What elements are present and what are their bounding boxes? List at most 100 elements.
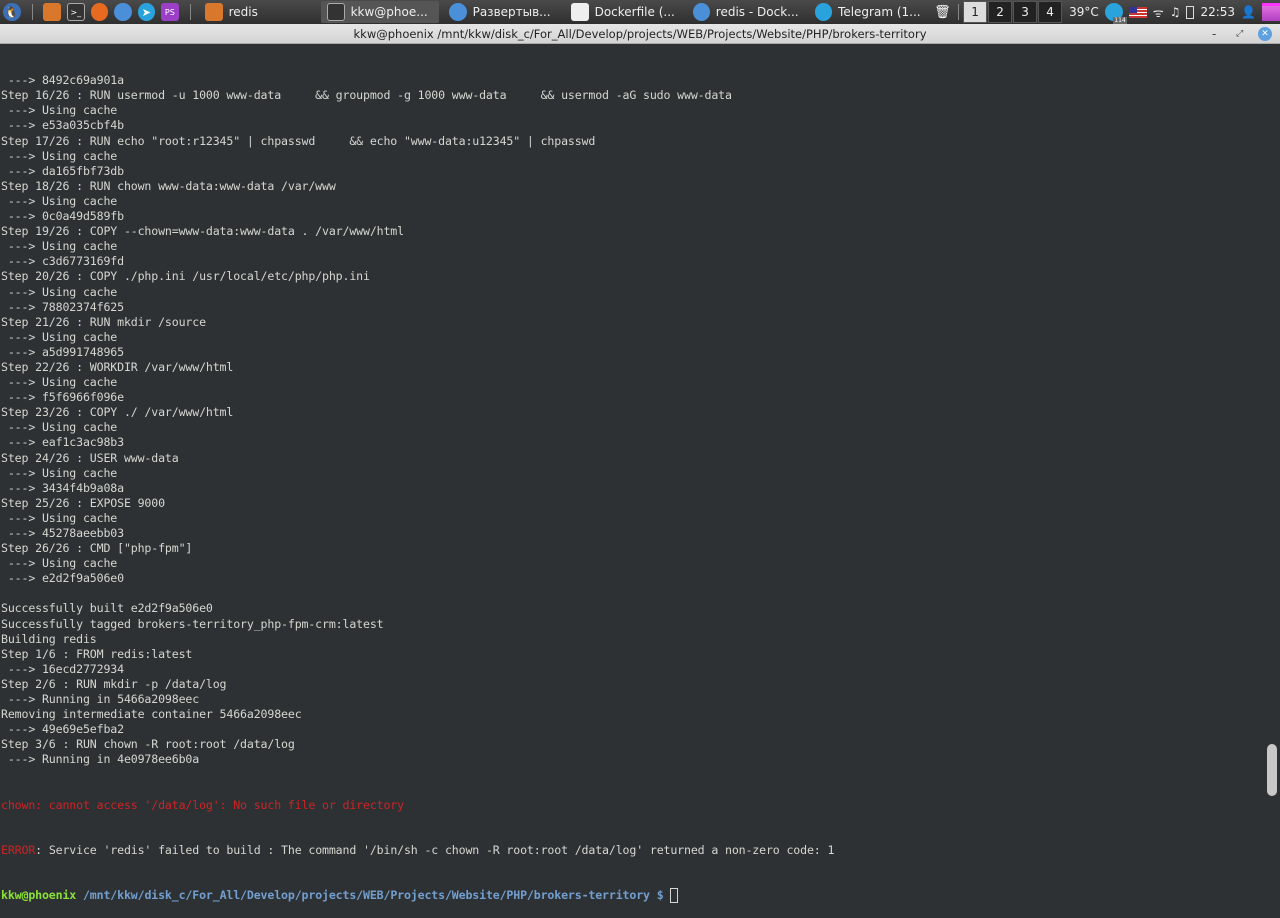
terminal-line: Step 23/26 : COPY ./ /var/www/html <box>1 405 234 420</box>
terminal-line: ---> Running in 5466a2098eec <box>1 692 200 707</box>
task-label: Dockerfile (... <box>594 5 675 19</box>
prompt-path: /mnt/kkw/disk_c/For_All/Develop/projects… <box>76 888 671 903</box>
minimize-button[interactable]: - <box>1212 24 1216 44</box>
terminal-line: Step 25/26 : EXPOSE 9000 <box>1 495 165 510</box>
terminal-line: ---> a5d991748965 <box>1 344 124 359</box>
window-titlebar[interactable]: kkw@phoenix /mnt/kkw/disk_c/For_All/Deve… <box>0 24 1280 44</box>
music-icon[interactable]: ♫ <box>1170 5 1181 19</box>
terminal-line: ---> 0c0a49d589fb <box>1 209 124 224</box>
workspace-button[interactable]: 1 <box>963 1 988 23</box>
chromium-icon <box>692 3 710 21</box>
terminal-line: ---> f5f6966f096e <box>1 390 124 405</box>
telegram-launcher-icon[interactable]: ➤ <box>137 3 156 21</box>
terminal-line: ---> 16ecd2772934 <box>1 661 124 676</box>
battery-icon[interactable] <box>1186 5 1195 19</box>
show-desktop-icon[interactable] <box>1262 3 1280 21</box>
maximize-button[interactable]: ⤢ <box>1236 24 1243 44</box>
taskbar-task[interactable]: kkw@phoe... <box>320 1 439 23</box>
terminal-line: ---> eaf1c3ac98b3 <box>1 435 124 450</box>
terminal-line: Removing intermediate container 5466a209… <box>1 707 302 722</box>
workspace-button[interactable]: 4 <box>1038 1 1063 23</box>
us-flag-icon[interactable] <box>1128 6 1147 18</box>
terminal-line: ---> e53a035cbf4b <box>1 118 124 133</box>
linux-menu-icon[interactable]: 🐧 <box>3 3 21 21</box>
terminal-launcher-icon[interactable]: >_ <box>67 3 85 21</box>
terminal-line: ---> Using cache <box>1 148 118 163</box>
terminal-line: ---> Using cache <box>1 510 118 525</box>
terminal-icon <box>326 3 345 21</box>
terminal-line: Step 26/26 : CMD ["php-fpm"] <box>1 541 193 556</box>
terminal-line: Step 21/26 : RUN mkdir /source <box>1 314 206 329</box>
error-message-line: ERROR: Service 'redis' failed to build :… <box>1 843 1263 858</box>
terminal-line: Step 20/26 : COPY ./php.ini /usr/local/e… <box>1 269 370 284</box>
task-label: Telegram (1... <box>838 5 921 19</box>
separator <box>958 4 960 20</box>
workspace-button[interactable]: 2 <box>988 1 1013 23</box>
task-label: kkw@phoe... <box>350 5 428 19</box>
terminal-line: ---> 78802374f625 <box>1 299 124 314</box>
taskbar-task[interactable]: redis - Dock... <box>687 1 805 23</box>
folder-icon <box>204 3 223 21</box>
terminal-line: ---> da165fbf73db <box>1 163 124 178</box>
trash-icon[interactable]: 🗑 <box>934 3 952 21</box>
terminal-line: ---> 8492c69a901a <box>1 73 124 88</box>
user-icon[interactable]: 👤 <box>1241 5 1256 19</box>
terminal-line: Step 16/26 : RUN usermod -u 1000 www-dat… <box>1 88 732 103</box>
terminal-line: ---> Using cache <box>1 420 118 435</box>
terminal-line: Step 22/26 : WORKDIR /var/www/html <box>1 359 234 374</box>
error-tag: ERROR <box>1 842 36 857</box>
error-message: : Service 'redis' failed to build : The … <box>35 842 835 857</box>
terminal-line: Step 24/26 : USER www-data <box>1 450 179 465</box>
clock[interactable]: 22:53 <box>1200 5 1235 19</box>
telegram-badge: 114 <box>1113 17 1127 24</box>
text-editor-icon <box>570 3 589 21</box>
taskbar-task[interactable]: Dockerfile (... <box>565 1 683 23</box>
wifi-icon[interactable]: ᯤ <box>1153 4 1164 21</box>
terminal-line: ---> Using cache <box>1 193 118 208</box>
terminal-line: ---> Using cache <box>1 284 118 299</box>
chromium-launcher-icon[interactable] <box>114 3 132 21</box>
terminal-line: ---> Using cache <box>1 103 118 118</box>
terminal-line: Step 18/26 : RUN chown www-data:www-data… <box>1 178 336 193</box>
taskbar: 🐧 >_ ➤ PS redis kkw@phoe... Развертыв... Do… <box>0 0 1280 24</box>
terminal-line: Step 17/26 : RUN echo "root:r12345" | ch… <box>1 133 596 148</box>
terminal-line: Successfully tagged brokers-territory_ph… <box>1 616 384 631</box>
prompt-line[interactable]: kkw@phoenix /mnt/kkw/disk_c/For_All/Deve… <box>1 888 1263 904</box>
scrollbar[interactable] <box>1264 44 1280 800</box>
cursor <box>670 888 679 904</box>
task-label: Развертыв... <box>472 5 551 19</box>
telegram-tray-icon[interactable]: 114 <box>1104 3 1127 24</box>
firefox-launcher-icon[interactable] <box>90 3 109 21</box>
taskbar-task[interactable]: Развертыв... <box>443 1 561 23</box>
terminal-line: ---> Using cache <box>1 375 118 390</box>
chromium-icon <box>448 3 467 21</box>
terminal-line: Step 3/6 : RUN chown -R root:root /data/… <box>1 737 295 752</box>
terminal-line: ---> Using cache <box>1 556 118 571</box>
task-label: redis <box>228 5 258 19</box>
terminal-line: ---> Using cache <box>1 465 118 480</box>
terminal-line: ---> 45278aeebb03 <box>1 526 124 540</box>
terminal-line: Step 2/6 : RUN mkdir -p /data/log <box>1 676 227 691</box>
telegram-icon <box>814 3 833 21</box>
terminal-line: Step 19/26 : COPY --chown=www-data:www-d… <box>1 224 404 239</box>
terminal-line: ---> Using cache <box>1 239 118 254</box>
prompt-user: kkw@phoenix <box>1 888 77 903</box>
terminal-output[interactable]: ---> 8492c69a901a Step 16/26 : RUN usermo… <box>1 43 1263 904</box>
files-launcher-icon[interactable] <box>43 3 61 21</box>
separator <box>189 4 191 20</box>
terminal-line: ---> 3434f4b9a08a <box>1 480 124 495</box>
terminal-line: ---> 49e69e5efba2 <box>1 722 124 737</box>
phpstorm-launcher-icon[interactable]: PS <box>161 3 179 21</box>
terminal-line: Step 1/6 : FROM redis:latest <box>1 646 193 661</box>
window-title: kkw@phoenix /mnt/kkw/disk_c/For_All/Deve… <box>353 27 927 41</box>
task-label: redis - Dock... <box>715 5 799 19</box>
taskbar-task[interactable]: Telegram (1... <box>809 1 927 23</box>
workspace-button[interactable]: 3 <box>1013 1 1038 23</box>
terminal-line: ---> e2d2f9a506e0 <box>1 571 124 586</box>
terminal-line: ---> Running in 4e0978ee6b0a <box>1 752 200 767</box>
taskbar-task[interactable]: redis <box>199 1 317 23</box>
scrollbar-thumb[interactable] <box>1267 744 1277 796</box>
terminal-line: Successfully built e2d2f9a506e0 <box>1 601 213 616</box>
close-button[interactable]: ✕ <box>1258 27 1272 41</box>
